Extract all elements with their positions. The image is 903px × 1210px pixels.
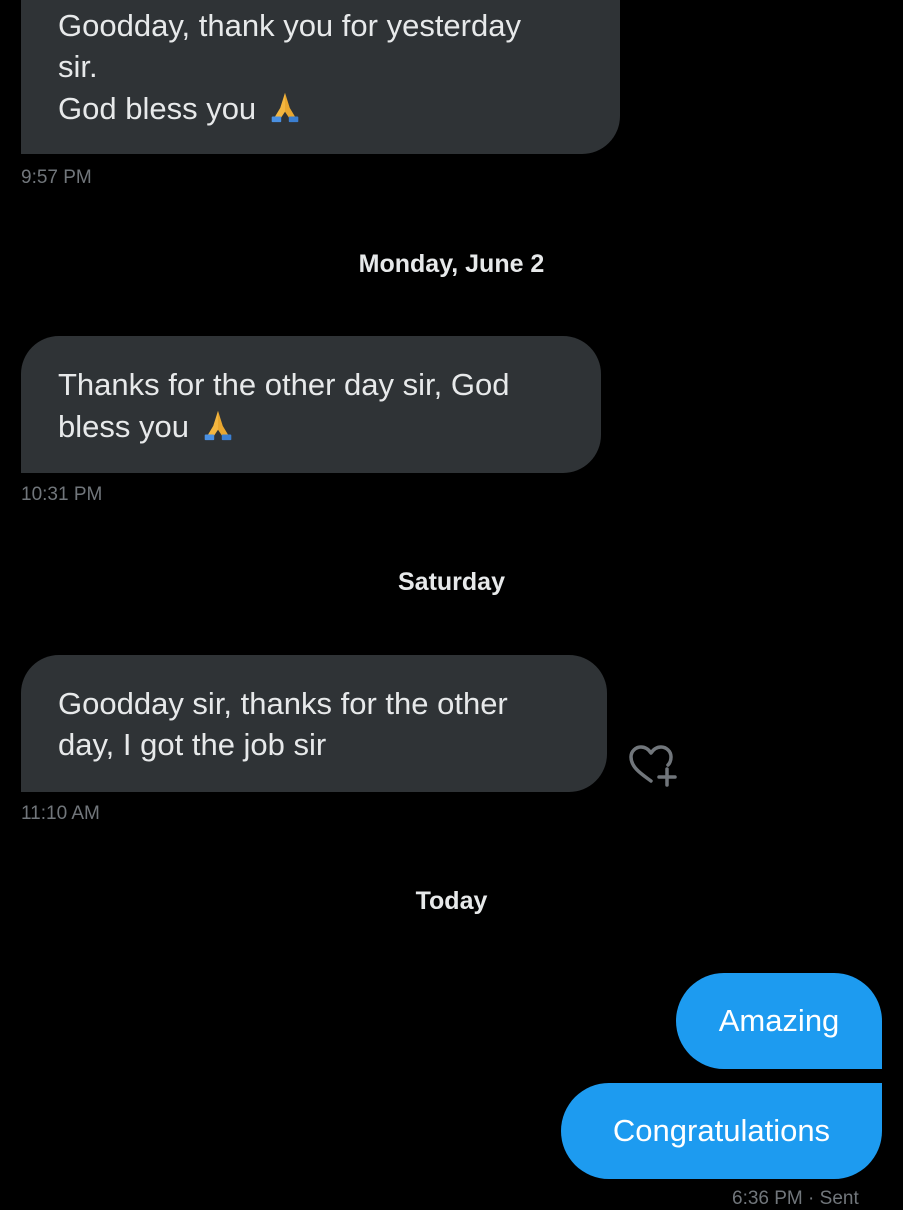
message-timestamp: 9:57 PM bbox=[21, 167, 92, 188]
message-line: Goodday, thank you for yesterday bbox=[58, 8, 521, 43]
message-line: Thanks for the other day sir, God bbox=[58, 367, 510, 402]
message-line: sir. bbox=[58, 49, 98, 84]
message-timestamp: 10:31 PM bbox=[21, 484, 103, 505]
message-bubble[interactable]: Goodday sir, thanks for the other day, I… bbox=[21, 655, 607, 792]
sent-status: 6:36 PM · Sent bbox=[732, 1188, 859, 1209]
day-separator: Saturday bbox=[398, 568, 505, 596]
sent-message-text: Amazing bbox=[718, 1003, 840, 1038]
message-line: God bless you bbox=[58, 91, 257, 126]
sent-message-bubble[interactable]: Congratulations bbox=[561, 1083, 882, 1179]
add-reaction-heart-icon[interactable] bbox=[627, 743, 679, 789]
message-bubble[interactable]: Thanks for the other day sir, God bless … bbox=[21, 336, 601, 473]
folded-hands-icon bbox=[271, 92, 299, 123]
message-line: day, I got the job sir bbox=[58, 727, 327, 762]
sent-message-bubble[interactable]: Amazing bbox=[676, 973, 882, 1069]
message-line: bless you bbox=[58, 409, 189, 444]
message-timestamp: 11:10 AM bbox=[21, 803, 100, 824]
day-separator: Monday, June 2 bbox=[358, 250, 545, 278]
folded-hands-icon bbox=[204, 410, 232, 441]
message-line: Goodday sir, thanks for the other bbox=[58, 686, 508, 721]
message-bubble[interactable]: Goodday, thank you for yesterday sir. Go… bbox=[21, 0, 620, 154]
day-separator: Today bbox=[415, 887, 488, 915]
sent-message-text: Congratulations bbox=[612, 1113, 831, 1148]
